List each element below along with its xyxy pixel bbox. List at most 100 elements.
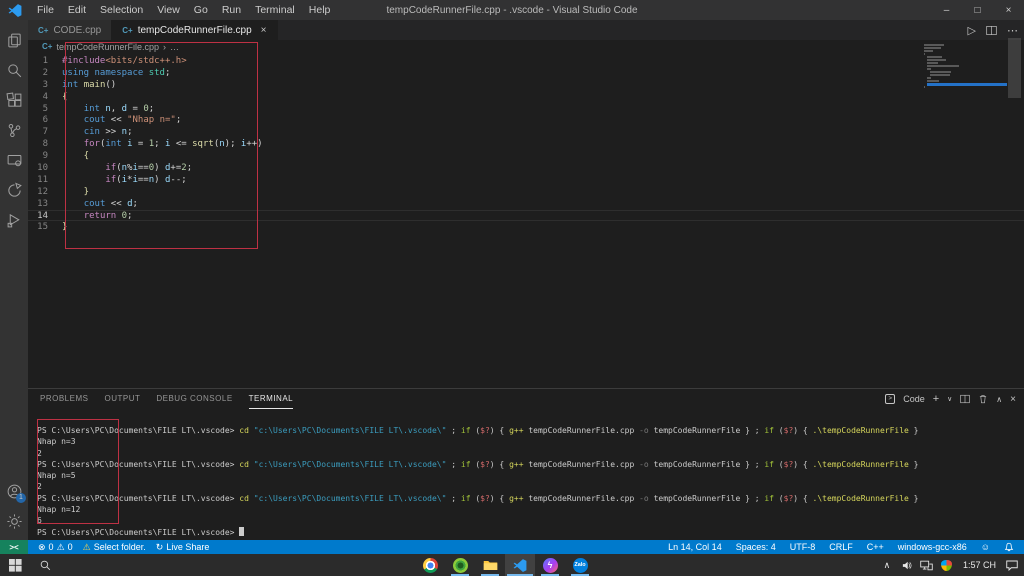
settings-gear-icon[interactable] xyxy=(0,506,28,536)
code-line[interactable]: 11 if(i*i==n) d--; xyxy=(28,174,1024,186)
tab-tempcoderunnerfile.cpp[interactable]: C+ tempCodeRunnerFile.cpp × xyxy=(112,20,278,40)
panel-tab-problems[interactable]: PROBLEMS xyxy=(40,389,88,409)
terminal-output[interactable]: PS C:\Users\PC\Documents\FILE LT\.vscode… xyxy=(28,409,1024,540)
terminal-line: 2 xyxy=(37,448,42,458)
editor-scrollbar[interactable] xyxy=(1008,38,1021,98)
select-folder-status[interactable]: ⚠ Select folder. xyxy=(83,542,146,553)
panel-tab-debug-console[interactable]: DEBUG CONSOLE xyxy=(156,389,232,409)
code-text: #include<bits/stdc++.h> xyxy=(62,56,187,66)
new-terminal-icon[interactable]: + xyxy=(933,393,939,405)
breadcrumb-ellipsis[interactable]: … xyxy=(170,42,179,52)
code-line[interactable]: 8 for(int i = 1; i <= sqrt(n); i++) xyxy=(28,138,1024,150)
menu-bar: File Edit Selection View Go Run Terminal Help xyxy=(30,0,337,20)
indentation[interactable]: Spaces: 4 xyxy=(736,542,776,552)
minimap[interactable] xyxy=(924,44,1008,374)
code-line[interactable]: 5 int n, d = 0; xyxy=(28,103,1024,115)
taskbar-zalo-icon[interactable]: Zalo xyxy=(565,554,595,576)
cursor-position[interactable]: Ln 14, Col 14 xyxy=(668,542,722,552)
taskbar-messenger-icon[interactable]: ϟ xyxy=(535,554,565,576)
remote-explorer-icon[interactable] xyxy=(0,145,28,175)
panel-tab-terminal[interactable]: TERMINAL xyxy=(248,389,294,409)
feedback-icon[interactable]: ☺ xyxy=(981,542,990,552)
menu-item-terminal[interactable]: Terminal xyxy=(248,0,302,20)
code-line[interactable]: 6 cout << "Nhap n="; xyxy=(28,114,1024,126)
taskbar-green-app-icon[interactable] xyxy=(445,554,475,576)
code-text: { xyxy=(62,91,68,102)
title-bar: File Edit Selection View Go Run Terminal Help t… xyxy=(0,0,1024,20)
code-text: cout << "Nhap n="; xyxy=(83,115,182,126)
terminal-line: Nhap n=12 xyxy=(37,505,81,515)
code-line[interactable]: 3 int main() xyxy=(28,79,1024,91)
code-line[interactable]: 9 { xyxy=(28,150,1024,162)
minimize-button[interactable]: – xyxy=(931,0,962,20)
code-text: cout << d; xyxy=(83,198,138,209)
menu-item-selection[interactable]: Selection xyxy=(93,0,150,20)
language-mode[interactable]: C++ xyxy=(867,542,884,552)
tray-chevron-icon[interactable]: ∧ xyxy=(879,554,895,576)
terminal-dropdown-icon[interactable]: ∨ xyxy=(947,395,952,403)
close-panel-icon[interactable]: × xyxy=(1010,394,1016,405)
terminal-shell-label[interactable]: Code xyxy=(903,394,925,404)
code-line[interactable]: 4{ xyxy=(28,91,1024,103)
run-code-button[interactable]: ▷ xyxy=(968,24,976,37)
taskbar-file-explorer-icon[interactable] xyxy=(475,554,505,576)
minimap-line xyxy=(927,77,932,79)
kill-terminal-icon[interactable] xyxy=(978,394,988,404)
code-line[interactable]: 12 } xyxy=(28,186,1024,198)
remote-indicator[interactable]: >< xyxy=(0,540,28,554)
panel-tab-output[interactable]: OUTPUT xyxy=(104,389,140,409)
start-button[interactable] xyxy=(0,554,30,576)
menu-item-run[interactable]: Run xyxy=(215,0,248,20)
menu-item-file[interactable]: File xyxy=(30,0,61,20)
code-line[interactable]: 15} xyxy=(28,221,1024,233)
maximize-button[interactable]: □ xyxy=(962,0,993,20)
search-icon[interactable] xyxy=(0,55,28,85)
live-share-status[interactable]: ↻ Live Share xyxy=(156,542,210,553)
code-runner-icon[interactable] xyxy=(0,205,28,235)
terminal-line: Nhap n=3 xyxy=(37,437,76,447)
menu-item-help[interactable]: Help xyxy=(302,0,338,20)
code-line[interactable]: 10 if(n%i==0) d+=2; xyxy=(28,162,1024,174)
breadcrumb[interactable]: C+ tempCodeRunnerFile.cpp › … xyxy=(28,40,1024,53)
notifications-bell-icon[interactable] xyxy=(1004,542,1014,552)
source-control-icon[interactable] xyxy=(0,115,28,145)
more-actions-icon[interactable]: ⋯ xyxy=(1007,24,1018,37)
code-line[interactable]: 1 #include<bits/stdc++.h> xyxy=(28,55,1024,67)
code-line[interactable]: 7 cin >> n; xyxy=(28,126,1024,138)
code-line[interactable]: 2 using namespace std; xyxy=(28,67,1024,79)
split-editor-icon[interactable] xyxy=(986,25,997,36)
problems-status[interactable]: ⊗ 0 ⚠ 0 xyxy=(38,542,73,553)
encoding[interactable]: UTF-8 xyxy=(790,542,816,552)
compiler-kit[interactable]: windows-gcc-x86 xyxy=(898,542,967,552)
maximize-panel-icon[interactable]: ∧ xyxy=(996,395,1002,404)
taskbar-vscode-icon[interactable] xyxy=(505,554,535,576)
code-line[interactable]: 14 return 0; xyxy=(28,209,1024,222)
tab-code.cpp[interactable]: C+ CODE.cpp xyxy=(28,20,113,40)
taskbar-chrome-icon[interactable] xyxy=(415,554,445,576)
line-number: 13 xyxy=(37,198,48,209)
volume-icon[interactable] xyxy=(899,554,915,576)
code-line[interactable]: 13 cout << d; xyxy=(28,198,1024,210)
action-center-icon[interactable] xyxy=(1004,554,1020,576)
code-text: cin >> n; xyxy=(83,127,133,138)
taskbar-clock[interactable]: 1:57 CH xyxy=(959,554,1000,576)
close-button[interactable]: × xyxy=(993,0,1024,20)
account-icon[interactable]: 1 xyxy=(0,476,28,506)
explorer-icon[interactable] xyxy=(0,25,28,55)
breadcrumb-file[interactable]: tempCodeRunnerFile.cpp xyxy=(56,42,159,52)
code-editor[interactable]: 1 #include<bits/stdc++.h> 2 using namespace… xyxy=(28,53,1024,388)
line-number: 5 xyxy=(42,103,48,114)
windows-security-icon[interactable] xyxy=(939,554,955,576)
tab-close-icon[interactable]: × xyxy=(261,25,267,36)
live-share-icon[interactable] xyxy=(0,175,28,205)
menu-item-edit[interactable]: Edit xyxy=(61,0,93,20)
extensions-icon[interactable] xyxy=(0,85,28,115)
taskbar-search-icon[interactable] xyxy=(30,554,60,576)
network-icon[interactable] xyxy=(919,554,935,576)
status-bar: >< ⊗ 0 ⚠ 0 ⚠ Select folder. ↻ Live Share… xyxy=(0,540,1024,554)
menu-item-go[interactable]: Go xyxy=(187,0,215,20)
split-terminal-icon[interactable] xyxy=(960,394,970,404)
menu-item-view[interactable]: View xyxy=(150,0,187,20)
line-number: 12 xyxy=(37,186,48,197)
eol-sequence[interactable]: CRLF xyxy=(829,542,853,552)
